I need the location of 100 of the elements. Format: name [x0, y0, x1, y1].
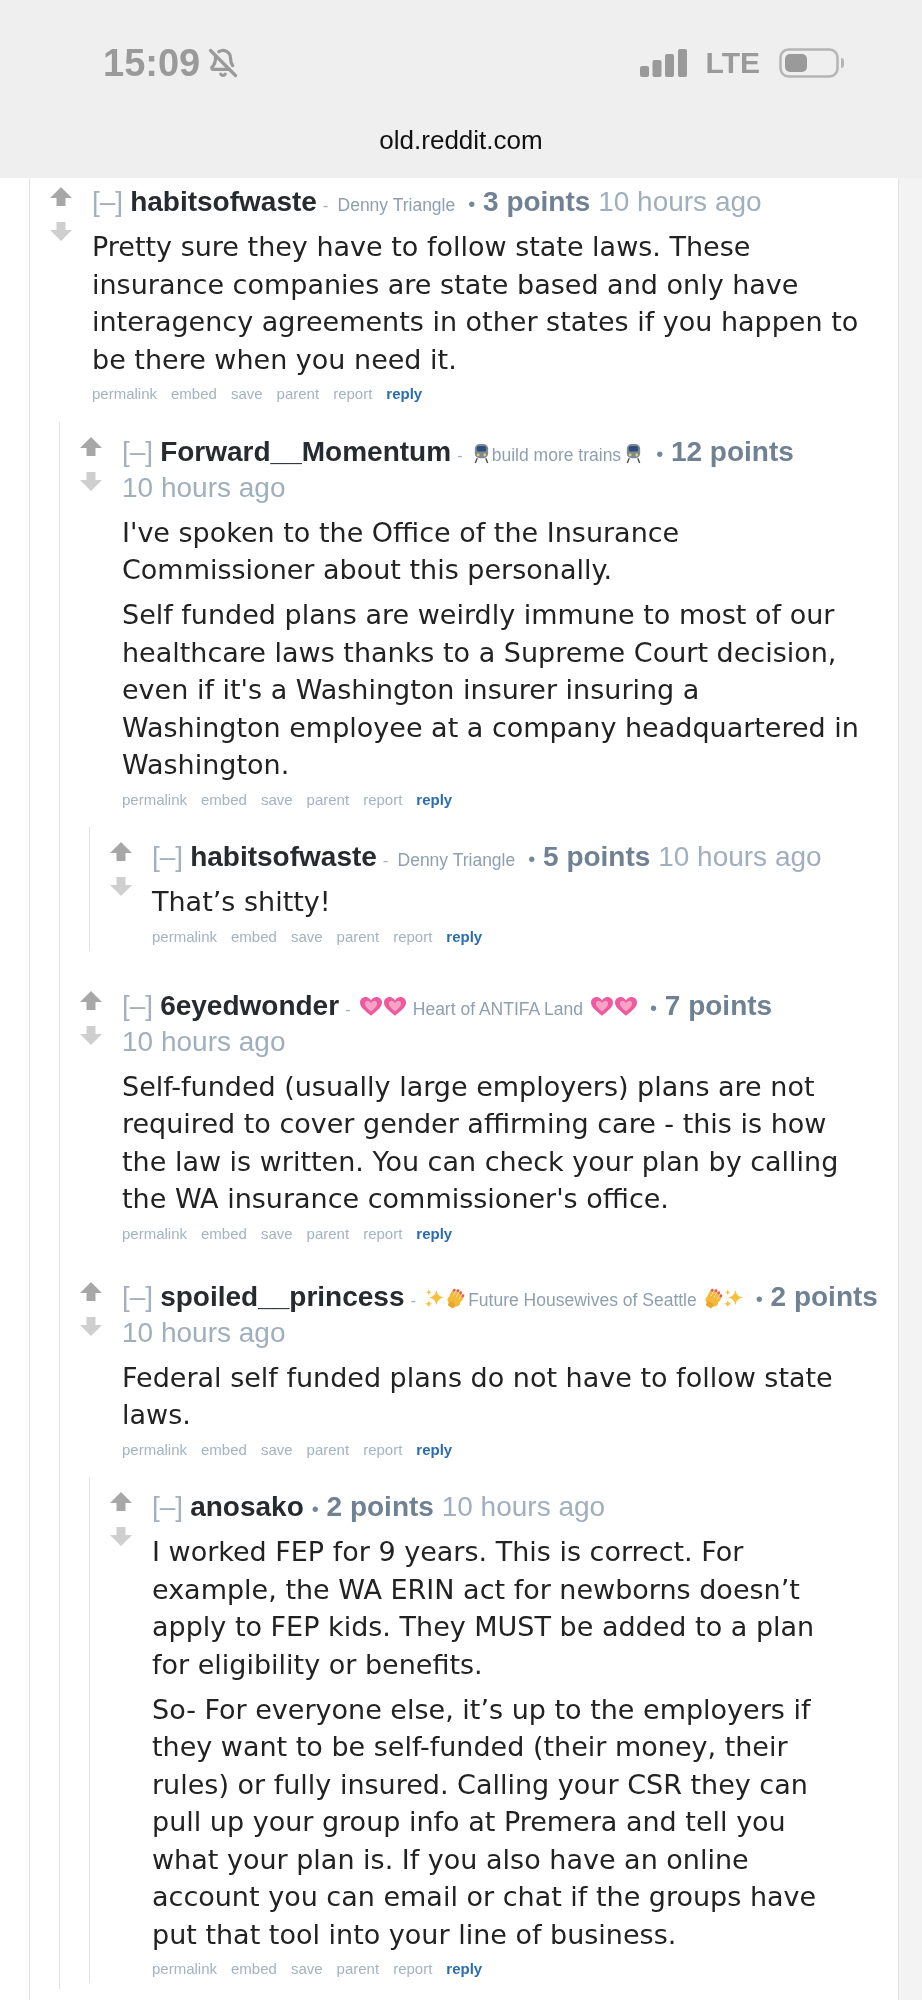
- bullet-separator: •: [650, 996, 657, 1019]
- action-link[interactable]: parent: [306, 1441, 350, 1458]
- action-link[interactable]: permalink: [122, 1225, 188, 1242]
- upvote-button[interactable]: [110, 842, 132, 861]
- action-link[interactable]: parent: [336, 928, 380, 945]
- downvote-button[interactable]: [50, 222, 72, 241]
- reply-link[interactable]: reply: [416, 1225, 453, 1242]
- collapse-toggle[interactable]: [–]: [92, 186, 124, 217]
- username-link[interactable]: 6eyedwonder: [160, 989, 340, 1021]
- timestamp: 10 hours ago: [598, 186, 762, 217]
- score-label: 7 points: [664, 989, 773, 1021]
- action-link[interactable]: report: [393, 928, 433, 945]
- downvote-button[interactable]: [80, 1316, 102, 1336]
- tagline-separator: -: [345, 999, 351, 1019]
- tagline-separator: -: [457, 445, 463, 465]
- action-link[interactable]: report: [363, 1441, 403, 1458]
- action-link[interactable]: permalink: [122, 791, 188, 808]
- action-link[interactable]: embed: [201, 1441, 247, 1458]
- comment-paragraph: So- For everyone else, it’s up to the employers if they want to be self-funded (their money, their rules) or fully insured. Calling your CSR they can pull up your group info at Premera and tell you what your plan is. If you also have an online account you can email or chat if the groups have put that tool into your line of business.: [152, 1692, 818, 1952]
- comment-paragraph: I've spoken to the Office of the Insurance Commissioner about this personally.: [122, 515, 681, 587]
- action-link[interactable]: embed: [201, 791, 247, 808]
- timestamp: 10 hours ago: [658, 841, 822, 872]
- network-type-label: LTE: [705, 46, 760, 80]
- bullet-separator: •: [755, 1287, 763, 1310]
- heart-icon: [615, 997, 637, 1018]
- username-link[interactable]: anosako: [190, 1491, 304, 1522]
- username-link[interactable]: spoiled__princess: [160, 1280, 405, 1312]
- username-link[interactable]: habitsofwaste: [190, 841, 377, 872]
- reply-link[interactable]: reply: [416, 791, 453, 808]
- action-link[interactable]: parent: [276, 386, 320, 402]
- tagline-separator: -: [322, 196, 329, 215]
- action-link[interactable]: save: [260, 791, 293, 808]
- comment-paragraph: Self funded plans are weirdly immune to most of our healthcare laws thanks to a Supreme Court decision, even if it's a Washington insurer insuring a Washington employee at a company headquartered in Washington.: [122, 598, 859, 782]
- reply-link[interactable]: reply: [446, 928, 483, 945]
- action-link[interactable]: permalink: [122, 1441, 188, 1458]
- action-link[interactable]: parent: [336, 1961, 380, 1977]
- comment-paragraph: Pretty sure they have to follow state laws. These insurance companies are state based and only have interagency agreements in other states if you happen to be there when you need it.: [92, 230, 859, 377]
- action-link[interactable]: embed: [171, 386, 217, 402]
- timestamp: 10 hours ago: [441, 1491, 606, 1522]
- signal-bars-icon: [639, 49, 687, 77]
- collapse-toggle[interactable]: [–]: [122, 989, 154, 1021]
- action-link[interactable]: save: [230, 386, 263, 402]
- action-link[interactable]: save: [290, 1961, 323, 1977]
- score-label: 2 points: [770, 1280, 878, 1312]
- battery-icon: [779, 48, 845, 78]
- muted-bell-icon: [208, 48, 239, 78]
- action-link[interactable]: report: [363, 1225, 403, 1242]
- collapse-toggle[interactable]: [–]: [152, 841, 184, 872]
- comment-paragraph: I worked FEP for 9 years. This is correct. For example, the WA ERIN act for newborns doesn’t apply to FEP kids. They MUST be added to a plan for eligibility or benefits.: [152, 1535, 816, 1682]
- timestamp: 10 hours ago: [122, 1316, 286, 1348]
- downvote-button[interactable]: [110, 1527, 132, 1546]
- upvote-button[interactable]: [80, 436, 102, 456]
- action-link[interactable]: report: [363, 791, 403, 808]
- username-link[interactable]: habitsofwaste: [130, 186, 317, 217]
- action-link[interactable]: embed: [231, 1961, 277, 1977]
- upvote-button[interactable]: [50, 187, 72, 206]
- user-flair-text: Future Housewives of Seattle: [468, 1289, 697, 1310]
- action-link[interactable]: save: [260, 1441, 293, 1458]
- action-link[interactable]: embed: [201, 1225, 247, 1242]
- action-link[interactable]: save: [290, 928, 323, 945]
- score-label: 2 points: [326, 1491, 434, 1522]
- score-label: 12 points: [670, 435, 794, 467]
- action-link[interactable]: permalink: [152, 928, 218, 945]
- action-link[interactable]: parent: [306, 791, 350, 808]
- reply-link[interactable]: reply: [446, 1961, 483, 1977]
- tagline-separator: -: [410, 1290, 417, 1310]
- collapse-toggle[interactable]: [–]: [122, 1280, 154, 1312]
- heart-icon: [359, 997, 382, 1018]
- action-link[interactable]: permalink: [92, 386, 158, 402]
- action-link[interactable]: save: [260, 1225, 293, 1242]
- user-flair-text: Denny Triangle: [397, 850, 516, 870]
- upvote-button[interactable]: [110, 1492, 132, 1511]
- downvote-button[interactable]: [80, 471, 102, 491]
- status-time: 15:09: [103, 42, 201, 84]
- action-link[interactable]: embed: [231, 928, 277, 945]
- bullet-separator: •: [528, 848, 536, 870]
- action-link[interactable]: report: [393, 1961, 433, 1977]
- upvote-button[interactable]: [80, 1281, 102, 1301]
- bullet-separator: •: [311, 1498, 319, 1520]
- user-flair-text: Heart of ANTIFA Land: [412, 998, 583, 1019]
- action-link[interactable]: parent: [306, 1225, 350, 1242]
- action-link[interactable]: permalink: [152, 1961, 218, 1977]
- reply-link[interactable]: reply: [416, 1441, 453, 1458]
- collapse-toggle[interactable]: [–]: [152, 1491, 184, 1522]
- sparkles-icon: [425, 1288, 445, 1308]
- heart-icon: [591, 997, 613, 1018]
- timestamp: 10 hours ago: [122, 1025, 286, 1057]
- heart-icon: [383, 997, 406, 1018]
- bullet-separator: •: [656, 442, 664, 465]
- address-bar-url[interactable]: old.reddit.com: [379, 124, 543, 156]
- action-link[interactable]: report: [333, 386, 373, 402]
- score-label: 3 points: [483, 186, 591, 217]
- score-label: 5 points: [543, 841, 651, 872]
- username-link[interactable]: Forward__Momentum: [160, 435, 452, 467]
- collapse-toggle[interactable]: [–]: [122, 435, 154, 467]
- downvote-button[interactable]: [80, 1025, 102, 1045]
- reply-link[interactable]: reply: [386, 386, 423, 402]
- user-flair-text: build more trains: [491, 444, 622, 465]
- downvote-button[interactable]: [110, 877, 132, 896]
- upvote-button[interactable]: [80, 990, 102, 1010]
